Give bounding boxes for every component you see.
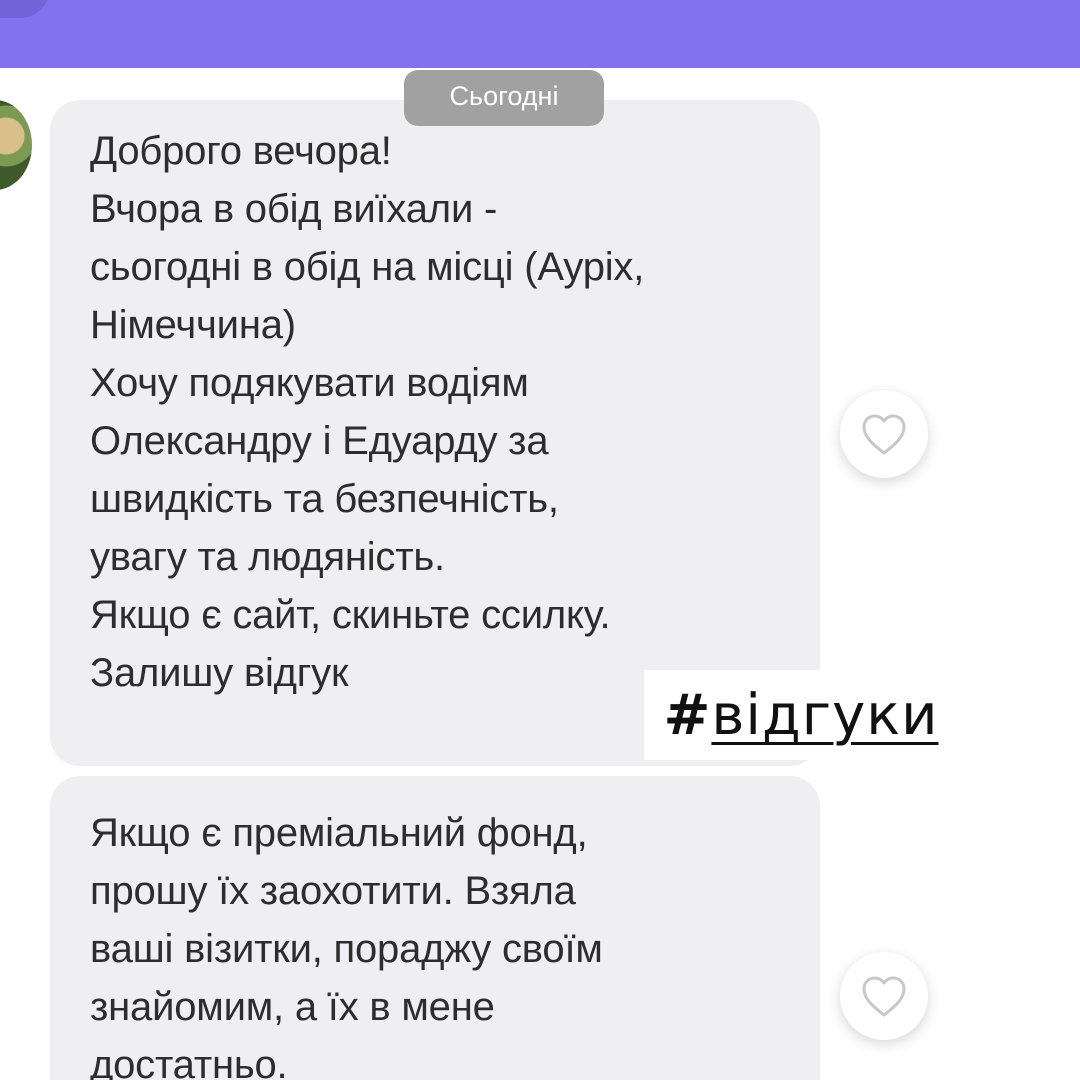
heart-outline-icon <box>862 976 906 1017</box>
message-bubble[interactable]: Якщо є преміальний фонд, прошу їх заохот… <box>50 776 820 1080</box>
date-separator: Сьогодні <box>404 70 604 126</box>
message-text: Якщо є преміальний фонд, прошу їх заохот… <box>90 811 603 1080</box>
message-text: Доброго вечора! Вчора в обід виїхали - с… <box>90 129 645 695</box>
chat-header-bar <box>0 0 1080 68</box>
like-button[interactable] <box>840 390 928 478</box>
like-button[interactable] <box>840 952 928 1040</box>
hashtag-word: відгуки <box>711 682 939 748</box>
sender-avatar[interactable] <box>0 100 32 190</box>
hashtag-symbol: # <box>663 682 712 748</box>
chat-screen: Сьогодні Доброго вечора! Вчора в обід ви… <box>0 0 1080 1080</box>
message-bubble[interactable]: Доброго вечора! Вчора в обід виїхали - с… <box>50 100 820 766</box>
back-button[interactable] <box>0 0 50 18</box>
heart-outline-icon <box>862 414 906 455</box>
hashtag-text: #відгуки <box>664 683 939 748</box>
hashtag-sticker: #відгуки <box>644 670 958 760</box>
